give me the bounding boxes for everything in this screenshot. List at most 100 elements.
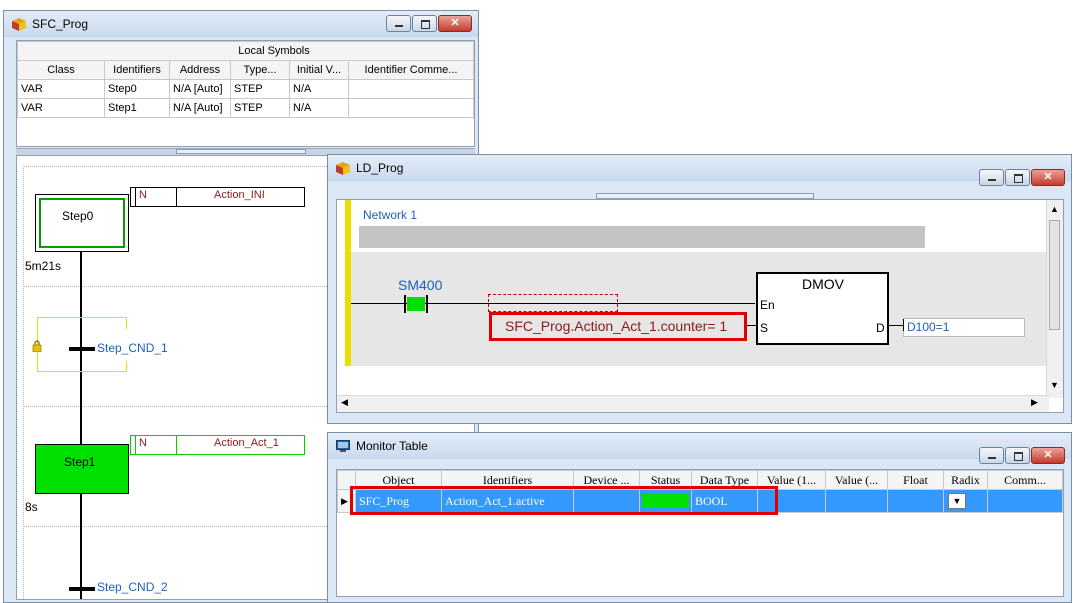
transition2-label[interactable]: Step_CND_2 [97, 580, 168, 594]
table-row[interactable]: VAR Step0 N/A [Auto] STEP N/A [17, 79, 474, 99]
action-qualifier: N [139, 189, 147, 201]
transition2-bar[interactable] [69, 587, 95, 591]
program-icon [336, 162, 350, 175]
ld-editor: Network 1 SM400 DMOV En S D SFC_Prog.Act… [336, 199, 1064, 413]
sfc-link-line [80, 244, 82, 599]
column-header[interactable]: Value (... [825, 470, 888, 490]
transition1-bar[interactable] [69, 347, 95, 351]
scroll-up-icon[interactable]: ▲ [1050, 204, 1059, 214]
dmov-function-block[interactable]: DMOV En S D [756, 272, 889, 345]
step0-box[interactable]: Step0 [35, 194, 129, 252]
pin-s: S [760, 321, 769, 335]
column-header[interactable]: Comm... [987, 470, 1063, 490]
close-icon: ✕ [450, 17, 460, 29]
network-comment-bar[interactable] [359, 226, 925, 248]
transition1-label[interactable]: Step_CND_1 [97, 341, 168, 355]
action-name: Action_Act_1 [214, 437, 279, 449]
lock-icon [32, 340, 42, 352]
minimize-button[interactable] [979, 169, 1004, 186]
dest-operand: D100=1 [907, 320, 950, 334]
cell[interactable]: Step1 [104, 98, 170, 118]
minimize-button[interactable] [979, 447, 1004, 464]
monitor-table-window: Monitor Table ✕ Object Identifiers Devic… [327, 432, 1072, 603]
ld-prog-window: LD_Prog ✕ Network 1 SM400 DMOV En S D SF… [327, 154, 1072, 424]
table-row[interactable]: VAR Step1 N/A [Auto] STEP N/A [17, 98, 474, 118]
monitor-title-bar[interactable]: Monitor Table ✕ [328, 433, 1071, 464]
cell-float[interactable] [887, 489, 944, 513]
column-header[interactable]: Type... [230, 60, 290, 80]
cell[interactable]: N/A [289, 98, 349, 118]
column-header[interactable]: Identifier Comme... [348, 60, 474, 80]
ld-title-bar[interactable]: LD_Prog ✕ [328, 155, 1071, 186]
minimize-icon [988, 457, 996, 459]
scroll-left-icon[interactable]: ◀ [341, 397, 348, 408]
cell[interactable] [348, 98, 474, 118]
cell[interactable] [348, 79, 474, 99]
close-icon: ✕ [1043, 171, 1053, 183]
cell[interactable]: VAR [17, 79, 105, 99]
splitter-handle[interactable] [176, 149, 306, 154]
local-symbols-panel: Local Symbols Class Identifiers Address … [16, 40, 475, 147]
cell[interactable]: N/A [Auto] [169, 79, 231, 99]
step1-action-block[interactable]: N Action_Act_1 [130, 435, 305, 455]
column-header[interactable]: Radix [943, 470, 988, 490]
cell[interactable]: N/A [Auto] [169, 98, 231, 118]
monitor-window-title: Monitor Table [356, 439, 428, 453]
column-header[interactable]: Identifiers [104, 60, 170, 80]
column-header[interactable]: Float [887, 470, 944, 490]
column-header[interactable]: Address [169, 60, 231, 80]
local-symbols-table: Local Symbols Class Identifiers Address … [17, 41, 474, 118]
highlight-source-operand [489, 312, 747, 341]
cell[interactable]: VAR [17, 98, 105, 118]
contact-label: SM400 [398, 277, 443, 293]
cell[interactable]: Step0 [104, 79, 170, 99]
sfc-title-bar[interactable]: SFC_Prog ✕ [4, 11, 478, 37]
empty-instruction-slot[interactable] [488, 294, 618, 312]
close-button[interactable]: ✕ [438, 15, 472, 32]
minimize-button[interactable] [386, 15, 411, 32]
sm400-contact[interactable] [404, 295, 428, 313]
cell-value2[interactable] [825, 489, 888, 513]
cell[interactable]: N/A [289, 79, 349, 99]
close-button[interactable]: ✕ [1031, 169, 1065, 186]
maximize-icon [421, 20, 430, 29]
block-name: DMOV [802, 276, 844, 292]
ld-window-title: LD_Prog [356, 161, 404, 175]
cell-radix[interactable]: ▼ [943, 489, 988, 513]
action-name: Action_INI [214, 189, 265, 201]
step1-label: Step1 [64, 455, 96, 469]
maximize-icon [1014, 452, 1023, 461]
scroll-down-icon[interactable]: ▼ [1050, 380, 1059, 390]
cell[interactable]: STEP [230, 98, 290, 118]
highlight-monitor-row [350, 486, 778, 515]
local-symbols-header: Local Symbols [17, 41, 474, 61]
scroll-thumb[interactable] [1049, 220, 1060, 330]
program-icon [12, 18, 26, 31]
cell[interactable]: STEP [230, 79, 290, 99]
dest-operand-box[interactable]: D100=1 [903, 318, 1025, 337]
maximize-button[interactable] [1005, 447, 1030, 464]
close-icon: ✕ [1043, 449, 1053, 461]
maximize-button[interactable] [412, 15, 437, 32]
step0-label: Step0 [62, 209, 94, 223]
monitor-icon [336, 440, 350, 452]
radix-dropdown[interactable]: ▼ [948, 493, 966, 509]
cell-comment[interactable] [987, 489, 1063, 513]
column-header[interactable]: Class [17, 60, 105, 80]
scroll-right-icon[interactable]: ▶ [1031, 397, 1038, 408]
chevron-down-icon: ▼ [952, 496, 962, 506]
network-label: Network 1 [363, 208, 418, 222]
maximize-button[interactable] [1005, 169, 1030, 186]
close-button[interactable]: ✕ [1031, 447, 1065, 464]
step0-action-block[interactable]: N Action_INI [130, 187, 305, 207]
pin-en: En [760, 298, 775, 312]
horizontal-scrollbar[interactable]: ◀ ▶ [337, 395, 1049, 412]
column-header[interactable]: Initial V... [289, 60, 349, 80]
pin-d: D [876, 321, 885, 335]
step1-box[interactable]: Step1 [35, 444, 129, 494]
vertical-scrollbar[interactable]: ▲ ▼ [1046, 200, 1063, 398]
minimize-icon [988, 179, 996, 181]
step0-timer: 5m21s [25, 259, 62, 273]
sfc-window-title: SFC_Prog [32, 17, 89, 31]
minimize-icon [395, 25, 403, 27]
